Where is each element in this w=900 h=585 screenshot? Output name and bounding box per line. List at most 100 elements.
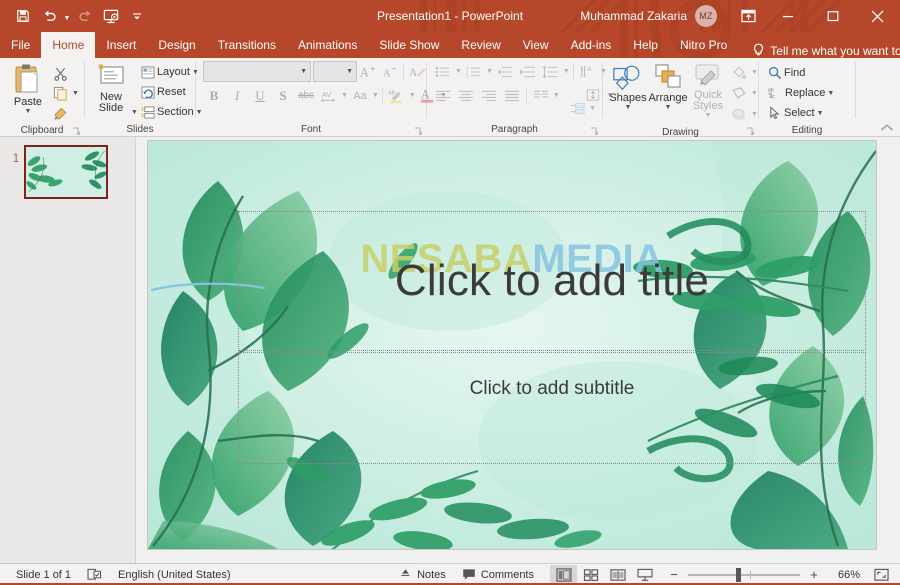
columns-caret-icon[interactable]: ▼ [553,92,560,99]
fit-to-window-button[interactable] [870,566,892,584]
notes-button[interactable]: Notes [391,564,454,585]
tab-add-ins[interactable]: Add-ins [560,32,623,58]
change-case-button[interactable]: Aa [349,85,371,106]
shape-outline-button[interactable] [728,83,750,104]
slide-show-view-button[interactable] [631,565,658,585]
paste-button[interactable]: Paste ▼ [6,61,50,117]
redo-icon[interactable] [72,4,98,28]
select-caret-icon[interactable]: ▼ [817,110,824,117]
customize-qat-icon[interactable] [124,4,150,28]
increase-font-size-button[interactable]: A [357,61,379,82]
shape-effects-button[interactable] [728,104,750,125]
paragraph-dialog-launcher[interactable] [590,127,599,136]
character-spacing-button[interactable]: AV [318,85,340,106]
minimize-button[interactable] [765,0,810,32]
shape-fill-button[interactable] [728,62,750,83]
tell-me-search[interactable]: Tell me what you want to do [752,43,900,58]
drawing-dialog-launcher[interactable] [746,127,755,136]
center-button[interactable] [455,85,477,106]
reading-view-button[interactable] [604,565,631,585]
cut-button[interactable] [50,63,79,83]
shape-outline-caret-icon[interactable]: ▼ [751,90,758,97]
align-right-button[interactable] [478,85,500,106]
ribbon-display-options-icon[interactable] [731,0,765,32]
character-spacing-caret-icon[interactable]: ▼ [341,92,348,99]
slide-thumbnail-1[interactable] [24,145,108,199]
tab-review[interactable]: Review [450,32,511,58]
start-from-beginning-icon[interactable] [98,4,124,28]
tab-insert[interactable]: Insert [95,32,147,58]
new-slide-caret-icon[interactable]: ▼ [131,109,138,122]
normal-view-button[interactable] [550,564,577,585]
save-icon[interactable] [10,4,36,28]
undo-dropdown-caret-icon[interactable]: ▼ [62,4,72,28]
shapes-caret-icon[interactable]: ▼ [625,104,632,111]
bullets-button[interactable] [432,61,454,82]
select-button[interactable]: Select ▼ [765,103,837,123]
undo-icon[interactable] [36,4,62,28]
shape-effects-caret-icon[interactable]: ▼ [751,111,758,118]
language-indicator[interactable]: English (United States) [110,564,239,585]
numbering-button[interactable]: 123 [463,61,485,82]
comments-button[interactable]: Comments [454,564,542,585]
zoom-in-button[interactable]: + [806,566,822,584]
text-highlight-color-button[interactable]: ab [386,85,408,106]
tab-help[interactable]: Help [622,32,669,58]
copy-button[interactable] [50,83,71,103]
numbering-caret-icon[interactable]: ▼ [486,68,493,75]
line-spacing-button[interactable] [540,61,562,82]
font-name-caret-icon[interactable]: ▼ [300,68,307,75]
convert-to-smartart-button[interactable] [566,98,588,119]
tab-view[interactable]: View [512,32,560,58]
tab-file[interactable]: File [0,32,41,58]
align-left-button[interactable] [432,85,454,106]
slide-canvas[interactable]: NESABAMEDIA Click to add title Click to … [148,141,876,549]
underline-button[interactable]: U [249,85,271,106]
clear-formatting-button[interactable]: A [406,61,428,82]
zoom-slider-handle[interactable] [736,567,742,582]
copy-caret-icon[interactable]: ▼ [72,90,79,97]
paste-caret-icon[interactable]: ▼ [25,108,32,115]
line-spacing-caret-icon[interactable]: ▼ [563,68,570,75]
find-button[interactable]: Find [765,63,837,83]
tab-home[interactable]: Home [41,32,96,58]
zoom-level-label[interactable]: 66% [828,569,860,581]
tab-design[interactable]: Design [147,32,206,58]
slide-count-indicator[interactable]: Slide 1 of 1 [8,564,79,585]
font-name-input[interactable]: ▼ [203,61,311,82]
thumbnail-list-item[interactable]: 1 [0,145,135,199]
change-case-caret-icon[interactable]: ▼ [372,92,379,99]
bullets-caret-icon[interactable]: ▼ [455,68,462,75]
increase-indent-button[interactable] [517,61,539,82]
arrange-caret-icon[interactable]: ▼ [665,104,672,111]
italic-button[interactable]: I [226,85,248,106]
font-size-caret-icon[interactable]: ▼ [346,68,353,75]
decrease-font-size-button[interactable]: A [379,61,401,82]
accessibility-checker-button[interactable] [79,564,110,585]
quick-styles-button[interactable]: Quick Styles ▼ [688,61,728,121]
zoom-out-button[interactable]: − [666,566,682,584]
tab-nitro-pro[interactable]: Nitro Pro [669,32,738,58]
zoom-slider[interactable] [688,566,800,584]
title-placeholder[interactable]: Click to add title [238,211,866,351]
decrease-indent-button[interactable] [494,61,516,82]
replace-caret-icon[interactable]: ▼ [827,90,834,97]
subtitle-placeholder[interactable]: Click to add subtitle [238,352,866,464]
columns-button[interactable] [530,85,552,106]
slide-sorter-view-button[interactable] [577,565,604,585]
justify-button[interactable] [501,85,523,106]
arrange-button[interactable]: Arrange ▼ [648,61,688,113]
font-size-input[interactable]: ▼ [313,61,357,82]
tab-animations[interactable]: Animations [287,32,368,58]
avatar[interactable]: MZ [695,5,717,27]
shape-fill-caret-icon[interactable]: ▼ [751,69,758,76]
highlight-caret-icon[interactable]: ▼ [409,92,416,99]
close-button[interactable] [855,0,900,32]
smartart-caret-icon[interactable]: ▼ [589,105,596,112]
strikethrough-button[interactable]: abc [295,85,317,106]
replace-button[interactable]: ab ac Replace ▼ [765,83,837,103]
collapse-ribbon-button[interactable] [880,123,894,133]
tab-transitions[interactable]: Transitions [207,32,287,58]
format-painter-button[interactable] [50,103,79,123]
bold-button[interactable]: B [203,85,225,106]
